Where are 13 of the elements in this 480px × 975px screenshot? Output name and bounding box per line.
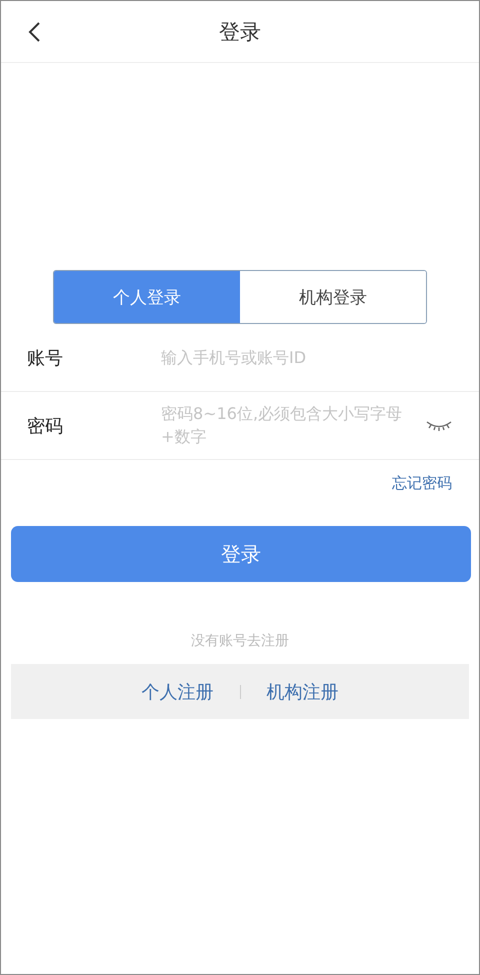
back-icon[interactable] [27,21,41,43]
register-link[interactable]: 个人注册 [142,680,214,704]
register-link[interactable]: 机构注册 [266,680,338,704]
closed-eye-icon[interactable] [425,418,453,432]
register-hint: 没有账号去注册 [190,632,290,650]
field-label: 账号 [27,346,64,370]
password-field[interactable]: 密码8~16位,必须包含大小写字母+数字 [161,402,411,450]
field-label: 密码 [27,414,64,438]
login-button[interactable]: 登录 [11,526,471,582]
page-title: 登录 [219,18,261,46]
account-field[interactable]: 输入手机号或账号ID [161,348,453,367]
forgot-password-link[interactable]: 忘记密码 [392,474,452,493]
login-tab[interactable]: 个人登录 [54,271,240,323]
